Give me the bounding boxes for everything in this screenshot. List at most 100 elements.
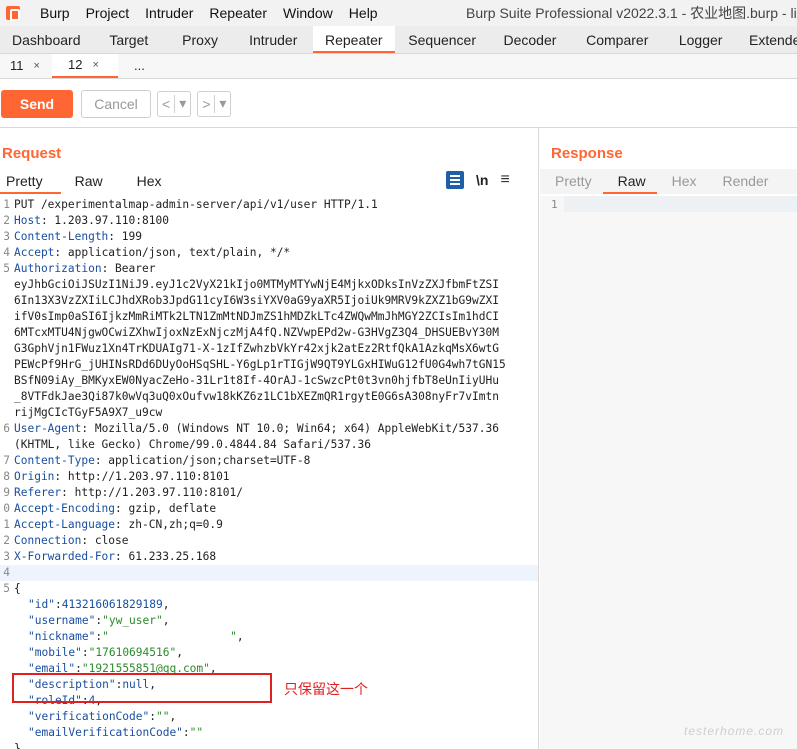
line-number: [0, 645, 12, 661]
tab-target[interactable]: Target: [91, 26, 167, 53]
code-line: BSfN09iAy_BMKyxEW0NyacZeHo-31Lr1t8If-4Or…: [0, 373, 538, 389]
tab-proxy[interactable]: Proxy: [167, 26, 234, 53]
line-number: [0, 693, 12, 709]
line-text: Referer: http://1.203.97.110:8101/: [12, 485, 243, 501]
close-icon[interactable]: ×: [92, 53, 98, 77]
header-value: {: [14, 582, 21, 595]
json-line: "username":"yw_user",: [0, 613, 538, 629]
code-line: rijMgCIcTGyF5A9X7_u9cw: [0, 405, 538, 421]
burp-logo-icon: [6, 6, 20, 21]
code-line: PEWcPf9HrG_jUHINsRDd6DUyOoHSqSHL-Y6gLp1r…: [0, 357, 538, 373]
line-number: 4: [3, 566, 10, 579]
line-text: PUT /experimentalmap-admin-server/api/v1…: [12, 197, 378, 213]
send-button[interactable]: Send: [1, 89, 73, 118]
repeater-tab-label: 12: [68, 57, 83, 72]
header-name: X-Forwarded-For: [14, 550, 116, 563]
menu-project[interactable]: Project: [78, 0, 138, 26]
line-text: "id":413216061829189,: [12, 597, 170, 613]
header-name: Content-Type: [14, 454, 95, 467]
line-number: [0, 629, 12, 645]
line-number: [0, 661, 12, 677]
line-text: "emailVerificationCode":"": [12, 725, 203, 741]
line-number: [0, 725, 12, 741]
word-wrap-icon[interactable]: [446, 171, 464, 189]
header-name: Authorization: [14, 262, 102, 275]
code-line: 5{: [0, 581, 538, 597]
line-number: 9: [3, 486, 10, 499]
json-sep: :: [182, 726, 190, 739]
code-line: 5 Authorization: Bearer: [0, 261, 538, 277]
menu-window[interactable]: Window: [275, 0, 341, 26]
close-icon[interactable]: ×: [34, 54, 40, 78]
response-tab-hex[interactable]: Hex: [657, 169, 708, 194]
request-tab-pretty[interactable]: Pretty: [0, 169, 61, 194]
header-name: Referer: [14, 486, 62, 499]
response-tab-render[interactable]: Render: [708, 169, 780, 194]
header-value: : Mozilla/5.0 (Windows NT 10.0; Win64; x…: [81, 422, 499, 435]
main-tabs: Dashboard Target Proxy Intruder Repeater…: [0, 26, 797, 54]
tab-intruder[interactable]: Intruder: [233, 26, 313, 53]
json-tail: ,: [162, 614, 170, 627]
tab-sequencer[interactable]: Sequencer: [395, 26, 490, 53]
line-text: "nickname":" ",: [12, 629, 244, 645]
back-arrow-icon[interactable]: <: [158, 96, 174, 112]
chevron-down-icon[interactable]: ▾: [175, 95, 190, 112]
menu-intruder[interactable]: Intruder: [137, 0, 201, 26]
response-tab-raw[interactable]: Raw: [602, 169, 657, 194]
line-text: Host: 1.203.97.110:8100: [12, 213, 169, 229]
tab-extender[interactable]: Extende: [737, 26, 797, 53]
line-text: {: [12, 581, 21, 597]
code-line: 4: [0, 565, 538, 581]
line-text: Accept: application/json, text/plain, */…: [12, 245, 290, 261]
header-value: : 61.233.25.168: [115, 550, 217, 563]
code-line: eyJhbGciOiJSUzI1NiJ9.eyJ1c2VyX21kIjo0MTM…: [0, 277, 538, 293]
json-value: 413216061829189: [61, 598, 163, 611]
request-tab-hex[interactable]: Hex: [131, 169, 180, 194]
line-text: "username":"yw_user",: [12, 613, 169, 629]
header-name: User-Agent: [14, 422, 82, 435]
cancel-button[interactable]: Cancel: [81, 89, 151, 118]
header-name: Origin: [14, 470, 55, 483]
line-continuation: (KHTML, like Gecko) Chrome/99.0.4844.84 …: [14, 438, 371, 451]
code-line: 4 Accept: application/json, text/plain, *…: [0, 245, 538, 261]
forward-arrow-icon[interactable]: >: [198, 96, 214, 112]
response-editor[interactable]: 1: [540, 196, 797, 749]
hamburger-menu-icon[interactable]: ≡: [500, 171, 509, 189]
tab-comparer[interactable]: Comparer: [570, 26, 664, 53]
tab-dashboard[interactable]: Dashboard: [0, 26, 91, 53]
json-tail: ,: [236, 630, 244, 643]
header-value: : zh-CN,zh;q=0.9: [115, 518, 223, 531]
json-value: " ": [102, 630, 237, 643]
repeater-tab-11[interactable]: 11 ×: [0, 54, 52, 78]
line-continuation: 6MTcxMTU4NjgwOCwiZXhwIjoxNzExNjczMjA4fQ.…: [14, 326, 499, 339]
tab-logger[interactable]: Logger: [664, 26, 737, 53]
tab-decoder[interactable]: Decoder: [490, 26, 570, 53]
tab-repeater[interactable]: Repeater: [313, 26, 395, 53]
line-number: 6: [3, 422, 10, 435]
line-number: 1: [3, 198, 10, 211]
line-text: User-Agent: Mozilla/5.0 (Windows NT 10.0…: [12, 421, 499, 437]
header-value: : http://1.203.97.110:8101: [54, 470, 230, 483]
new-tab-button[interactable]: ...: [118, 54, 155, 78]
code-line: 1 Accept-Language: zh-CN,zh;q=0.9: [0, 517, 538, 533]
menubar: Burp Project Intruder Repeater Window He…: [0, 0, 797, 26]
response-title: Response: [551, 145, 623, 162]
line-text: X-Forwarded-For: 61.233.25.168: [12, 549, 216, 565]
json-key: "id": [28, 598, 55, 611]
line-number: 1: [3, 518, 10, 531]
request-view-tabs: Pretty Raw Hex: [0, 169, 180, 194]
request-tab-raw[interactable]: Raw: [61, 169, 131, 194]
repeater-tab-12[interactable]: 12 ×: [52, 54, 118, 78]
menu-burp[interactable]: Burp: [32, 0, 78, 26]
code-line: 3 X-Forwarded-For: 61.233.25.168: [0, 549, 538, 565]
newline-icon[interactable]: \n: [476, 172, 488, 188]
request-editor[interactable]: 1 PUT /experimentalmap-admin-server/api/v…: [0, 197, 538, 749]
chevron-down-icon[interactable]: ▾: [215, 95, 230, 112]
menu-help[interactable]: Help: [341, 0, 386, 26]
json-sep: :: [149, 710, 156, 723]
menu-repeater[interactable]: Repeater: [201, 0, 275, 26]
response-tab-pretty[interactable]: Pretty: [540, 169, 603, 194]
json-sep: :: [54, 598, 62, 611]
code-line: 9 Referer: http://1.203.97.110:8101/: [0, 485, 538, 501]
code-line: }: [0, 741, 538, 749]
